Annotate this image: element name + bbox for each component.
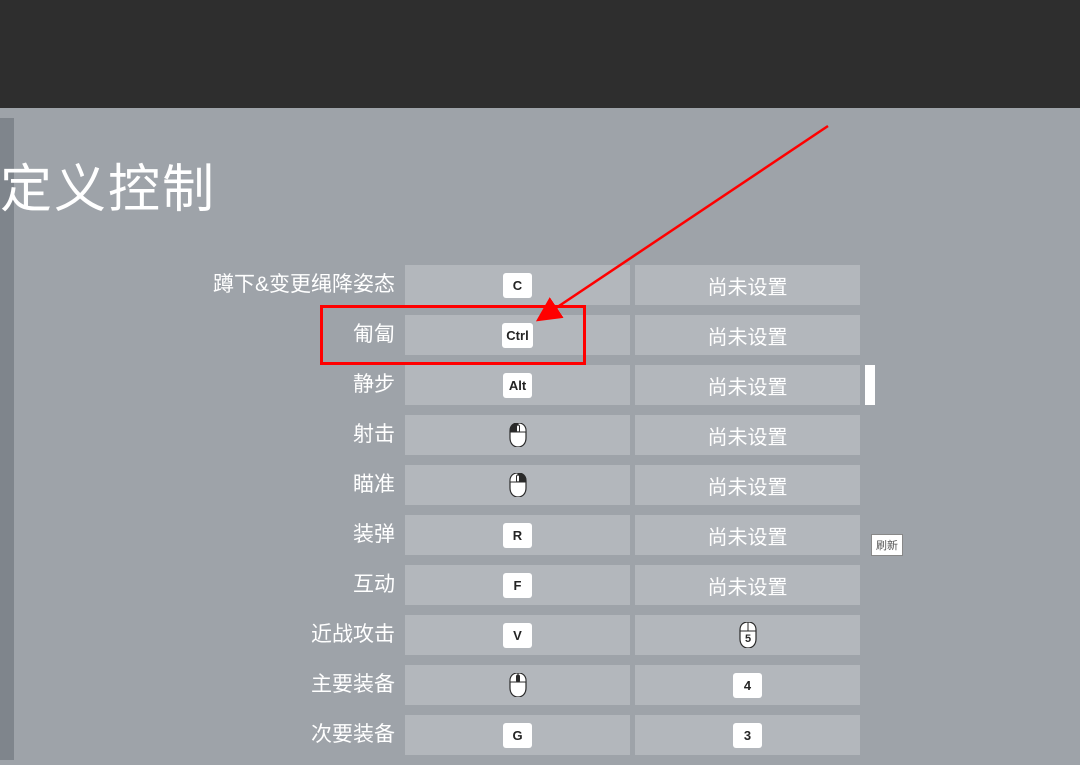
- binding-row: 主要装备 4: [170, 665, 860, 705]
- secondary-binding-slot[interactable]: 4: [635, 665, 860, 705]
- key-badge: F: [503, 573, 532, 598]
- binding-label: 静步: [170, 365, 395, 405]
- top-bar: [0, 0, 1080, 108]
- unset-label: 尚未设置: [708, 371, 788, 400]
- binding-row: 匍匐 Ctrl 尚未设置: [170, 315, 860, 355]
- mouse-icon: 5: [736, 620, 760, 650]
- mouse-icon: [506, 670, 530, 700]
- unset-label: 尚未设置: [708, 321, 788, 350]
- unset-label: 尚未设置: [708, 521, 788, 550]
- binding-row: 近战攻击 V 5: [170, 615, 860, 655]
- svg-text:5: 5: [744, 633, 750, 645]
- binding-row: 装弹 R 尚未设置: [170, 515, 860, 555]
- secondary-binding-slot[interactable]: 尚未设置: [635, 365, 860, 405]
- binding-row: 射击 尚未设置: [170, 415, 860, 455]
- key-badge: Ctrl: [502, 323, 532, 348]
- binding-label: 射击: [170, 415, 395, 455]
- secondary-binding-slot[interactable]: 尚未设置: [635, 565, 860, 605]
- binding-label: 蹲下&变更绳降姿态: [170, 265, 395, 305]
- unset-label: 尚未设置: [708, 421, 788, 450]
- secondary-binding-slot[interactable]: 尚未设置: [635, 415, 860, 455]
- primary-binding-slot[interactable]: F: [405, 565, 630, 605]
- key-badge: V: [503, 623, 532, 648]
- primary-binding-slot[interactable]: G: [405, 715, 630, 755]
- key-badge: R: [503, 523, 532, 548]
- secondary-binding-slot[interactable]: 尚未设置: [635, 265, 860, 305]
- unset-label: 尚未设置: [708, 271, 788, 300]
- mouse-icon: [506, 420, 530, 450]
- unset-label: 尚未设置: [708, 571, 788, 600]
- primary-binding-slot[interactable]: [405, 415, 630, 455]
- binding-label: 互动: [170, 565, 395, 605]
- binding-label: 主要装备: [170, 665, 395, 705]
- primary-binding-slot[interactable]: [405, 665, 630, 705]
- key-badge: C: [503, 273, 532, 298]
- primary-binding-slot[interactable]: V: [405, 615, 630, 655]
- key-badge: 3: [733, 723, 762, 748]
- binding-row: 静步 Alt 尚未设置: [170, 365, 860, 405]
- primary-binding-slot[interactable]: Alt: [405, 365, 630, 405]
- primary-binding-slot[interactable]: [405, 465, 630, 505]
- binding-row: 次要装备 G 3: [170, 715, 860, 755]
- key-badge: 4: [733, 673, 762, 698]
- unset-label: 尚未设置: [708, 471, 788, 500]
- page-title: 定义控制: [0, 147, 216, 222]
- secondary-binding-slot[interactable]: 尚未设置: [635, 315, 860, 355]
- secondary-binding-slot[interactable]: 5: [635, 615, 860, 655]
- bindings-list: 蹲下&变更绳降姿态 C 尚未设置 匍匐 Ctrl 尚未设置 静步 Alt 尚未设…: [170, 265, 860, 765]
- binding-label: 近战攻击: [170, 615, 395, 655]
- mouse-icon: [506, 470, 530, 500]
- binding-row: 蹲下&变更绳降姿态 C 尚未设置: [170, 265, 860, 305]
- primary-binding-slot[interactable]: Ctrl: [405, 315, 630, 355]
- secondary-binding-slot[interactable]: 3: [635, 715, 860, 755]
- key-badge: G: [503, 723, 532, 748]
- scrollbar-thumb[interactable]: [865, 365, 875, 405]
- primary-binding-slot[interactable]: C: [405, 265, 630, 305]
- binding-label: 装弹: [170, 515, 395, 555]
- key-badge: Alt: [503, 373, 532, 398]
- binding-row: 瞄准 尚未设置: [170, 465, 860, 505]
- secondary-binding-slot[interactable]: 尚未设置: [635, 515, 860, 555]
- primary-binding-slot[interactable]: R: [405, 515, 630, 555]
- binding-label: 瞄准: [170, 465, 395, 505]
- binding-label: 匍匐: [170, 315, 395, 355]
- scrollbar-track[interactable]: [866, 265, 874, 755]
- binding-label: 次要装备: [170, 715, 395, 755]
- secondary-binding-slot[interactable]: 尚未设置: [635, 465, 860, 505]
- binding-row: 互动 F 尚未设置: [170, 565, 860, 605]
- refresh-tooltip: 刷新: [871, 534, 903, 556]
